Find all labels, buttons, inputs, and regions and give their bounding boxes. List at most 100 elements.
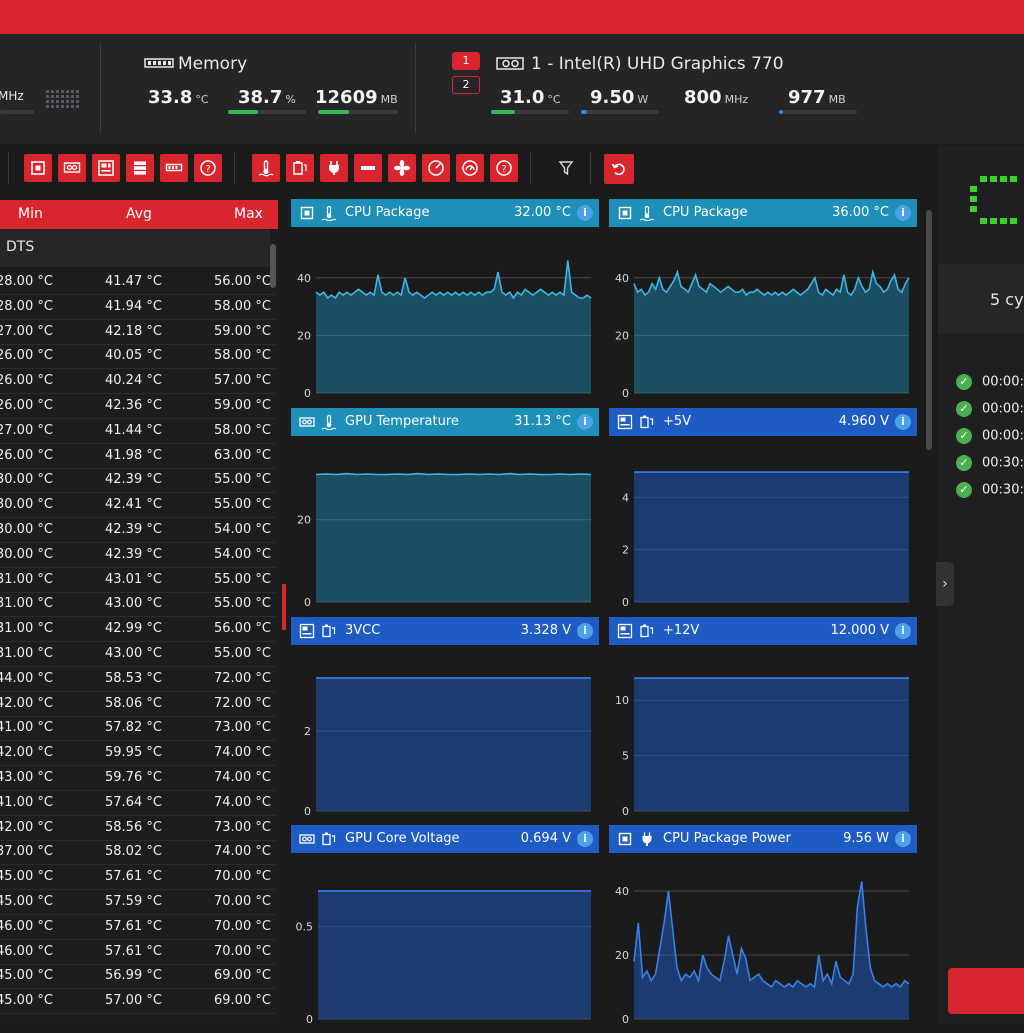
help-icon: ? [496,160,512,176]
speed-filter-button[interactable] [422,154,450,182]
fan-icon [394,160,410,176]
avg-value: 58.56 °C [105,819,162,835]
table-row[interactable]: 30.00 °C 42.39 °C 54.00 °C [0,543,276,568]
sensor-group[interactable]: DTS [0,229,270,267]
gauge-filter-button[interactable] [456,154,484,182]
motherboard-filter-button[interactable] [92,154,120,182]
column-max[interactable]: Max [234,206,263,222]
table-row[interactable]: 27.00 °C 41.44 °C 58.00 °C [0,419,276,444]
fan-filter-button[interactable] [388,154,416,182]
table-row[interactable]: 26.00 °C 41.98 °C 63.00 °C [0,444,276,469]
filter-button[interactable] [552,154,580,182]
max-value: 57.00 °C [214,373,271,389]
info-icon[interactable]: i [577,623,593,639]
power-filter-button[interactable] [320,154,348,182]
table-row[interactable]: 26.00 °C 42.36 °C 59.00 °C [0,394,276,419]
min-value: 45.00 °C [0,869,53,885]
table-row[interactable]: 26.00 °C 40.24 °C 57.00 °C [0,369,276,395]
table-scrollbar[interactable] [270,244,276,288]
memory-used-value: 12609 MB [315,87,398,108]
graphs-scrollbar[interactable] [926,210,932,450]
table-scroll-marker [282,584,286,630]
table-row[interactable]: 30.00 °C 42.39 °C 55.00 °C [0,468,276,494]
storage-filter-button[interactable] [126,154,154,182]
table-row[interactable]: 30.00 °C 42.41 °C 55.00 °C [0,493,276,519]
gpu-filter-button[interactable] [58,154,86,182]
avg-value: 57.61 °C [105,943,162,959]
graph-panel[interactable]: CPU Package Power 9.56 W i 40 20 0 [609,825,917,1033]
table-row[interactable]: 45.00 °C 57.00 °C 69.00 °C [0,989,276,1015]
info-icon[interactable]: i [895,414,911,430]
table-row[interactable]: 41.00 °C 57.64 °C 74.00 °C [0,791,276,816]
table-row[interactable]: 28.00 °C 41.94 °C 58.00 °C [0,295,276,320]
graph-current-value: 4.960 V [838,414,889,429]
gpu-selector-1[interactable]: 1 [452,52,480,70]
y-tick-label: 10 [615,694,629,707]
check-icon: ✓ [956,455,972,471]
memory-load-value: 33.8 °C [148,87,209,108]
y-tick-label: 2 [622,544,629,557]
cpu-filter-button[interactable] [24,154,52,182]
graph-panel[interactable]: CPU Package 32.00 °C i 40 20 0 [291,199,599,407]
table-row[interactable]: 31.00 °C 42.99 °C 56.00 °C [0,617,276,643]
table-row[interactable]: 45.00 °C 57.59 °C 70.00 °C [0,890,276,915]
avg-value: 41.44 °C [105,422,162,438]
table-row[interactable]: 44.00 °C 58.53 °C 72.00 °C [0,667,276,692]
avg-value: 41.47 °C [105,274,162,289]
column-avg[interactable]: Avg [126,206,152,222]
column-min[interactable]: Min [18,206,43,222]
table-row[interactable]: 45.00 °C 56.99 °C 69.00 °C [0,964,276,990]
avg-value: 57.64 °C [105,794,162,810]
info-icon[interactable]: i [577,414,593,430]
gpu-selector-2[interactable]: 2 [452,76,480,94]
graph-panel[interactable]: +5V 4.960 V i 4 2 0 [609,408,917,616]
voltage-filter-button[interactable] [286,154,314,182]
info-icon[interactable]: i [577,205,593,221]
memory-filter-button[interactable] [160,154,188,182]
table-row[interactable]: 46.00 °C 57.61 °C 70.00 °C [0,940,276,965]
temperature-filter-button[interactable] [252,154,280,182]
graph-current-value: 0.694 V [520,831,571,846]
y-tick-label: 40 [615,272,629,285]
table-row[interactable]: 26.00 °C 40.05 °C 58.00 °C [0,344,276,370]
current-filter-button[interactable] [354,154,382,182]
reset-button[interactable] [604,154,634,184]
table-row[interactable]: 42.00 °C 58.56 °C 73.00 °C [0,816,276,841]
table-row[interactable]: 37.00 °C 58.02 °C 74.00 °C [0,840,276,866]
y-tick-label: 40 [297,272,311,285]
help-button[interactable]: ? [490,154,518,182]
table-row[interactable]: 31.00 °C 43.01 °C 55.00 °C [0,568,276,593]
log-entry: ✓ 00:00: [956,428,1024,444]
table-row[interactable]: 27.00 °C 42.18 °C 59.00 °C [0,320,276,345]
max-value: 72.00 °C [214,695,271,711]
table-row[interactable]: 30.00 °C 42.39 °C 54.00 °C [0,518,276,543]
table-row[interactable]: 46.00 °C 57.61 °C 70.00 °C [0,915,276,940]
graph-panel[interactable]: GPU Core Voltage 0.694 Vi 0.5 0 [291,825,599,1033]
info-icon[interactable]: i [577,831,593,847]
table-row[interactable]: 31.00 °C 43.00 °C 55.00 °C [0,642,276,667]
table-row[interactable]: 31.00 °C 43.00 °C 55.00 °C [0,592,276,618]
start-button[interactable] [948,968,1024,1014]
info-icon[interactable]: i [895,205,911,221]
table-row[interactable]: 43.00 °C 59.76 °C 74.00 °C [0,766,276,791]
check-icon: ✓ [956,374,972,390]
table-row[interactable]: 42.00 °C 58.06 °C 72.00 °C [0,692,276,717]
avg-value: 58.02 °C [105,844,162,860]
max-value: 54.00 °C [214,522,271,537]
table-row[interactable]: 42.00 °C 59.95 °C 74.00 °C [0,741,276,767]
info-icon[interactable]: i [895,623,911,639]
graph-panel[interactable]: 3VCC 3.328 Vi20 [291,617,599,825]
graph-panel[interactable]: CPU Package 36.00 °C i 40 20 0 [609,199,917,407]
table-row[interactable]: 41.00 °C 57.82 °C 73.00 °C [0,716,276,742]
collapse-panel-button[interactable]: › [936,562,954,606]
graph-plot: 40 20 0 [297,260,592,400]
gpu-icon [299,834,315,844]
table-row[interactable]: 28.00 °C 41.47 °C 56.00 °C [0,270,276,295]
graph-panel[interactable]: +12V 12.000 V i 10 5 0 [609,617,917,825]
info-icon[interactable]: i [895,831,911,847]
graph-panel[interactable]: GPU Temperature 31.13 °C i 20 0 [291,408,599,616]
min-value: 45.00 °C [0,968,53,984]
table-row[interactable]: 45.00 °C 57.61 °C 70.00 °C [0,865,276,891]
graph-plot: 20 [304,677,591,818]
help-button[interactable]: ? [194,154,222,182]
